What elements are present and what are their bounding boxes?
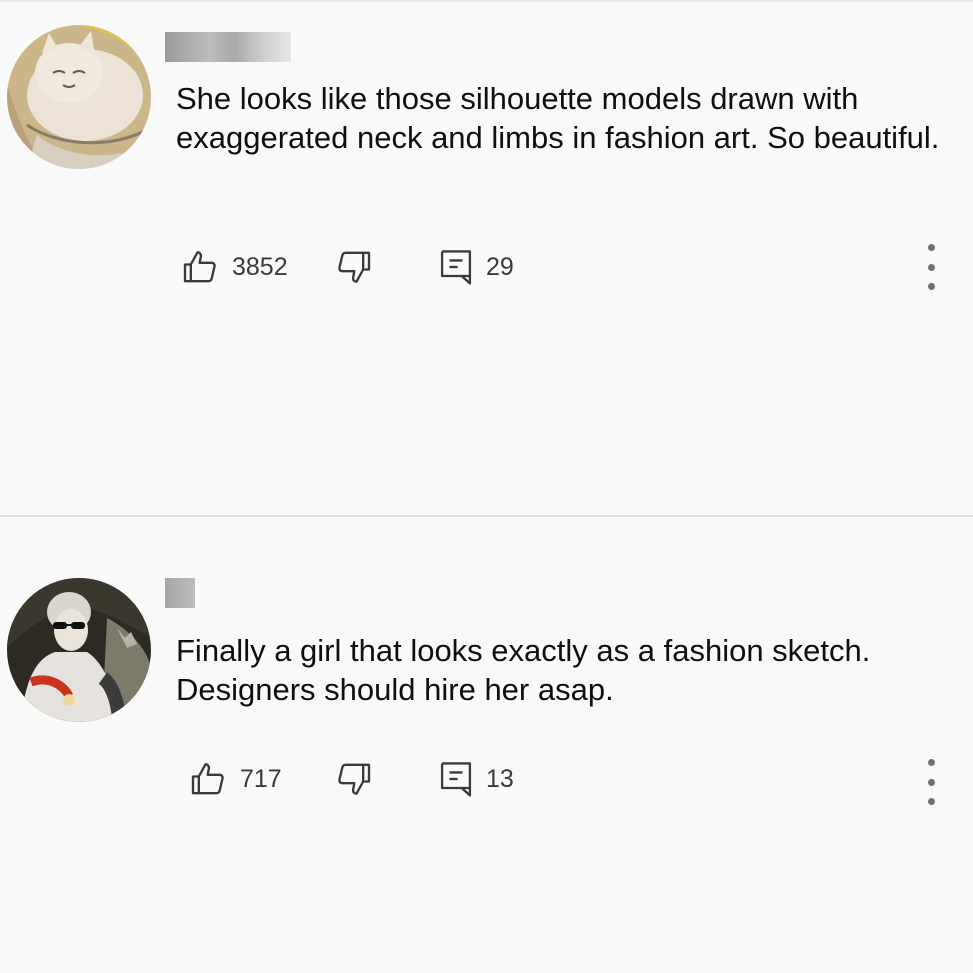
- more-vert-icon: [927, 244, 935, 251]
- portrait-painting-avatar-icon: [7, 578, 151, 722]
- dislike-button[interactable]: [334, 759, 374, 799]
- thumbs-up-icon: [191, 763, 224, 795]
- avatar[interactable]: [7, 578, 151, 722]
- like-count: 717: [240, 765, 282, 793]
- cat-painting-avatar-icon: [7, 25, 151, 169]
- like-button[interactable]: 3852: [180, 247, 288, 287]
- comment-item: redacted She looks like those silhouette…: [0, 0, 973, 515]
- more-vert-icon: [927, 759, 935, 766]
- comment-reply-icon: [440, 250, 472, 285]
- more-options-button[interactable]: [916, 244, 946, 290]
- reply-button[interactable]: 13: [438, 759, 514, 799]
- thumbs-down-icon: [338, 251, 371, 283]
- like-button[interactable]: 717: [188, 759, 282, 799]
- thumbs-up-icon: [183, 251, 216, 283]
- reply-button[interactable]: 29: [438, 247, 514, 287]
- like-count: 3852: [232, 253, 288, 281]
- comment-reply-icon: [440, 762, 472, 797]
- dislike-button[interactable]: [334, 247, 374, 287]
- avatar[interactable]: [7, 25, 151, 169]
- thumbs-down-icon: [338, 763, 371, 795]
- reply-count: 29: [486, 253, 514, 281]
- more-options-button[interactable]: [916, 759, 946, 805]
- comment-actions: 717 13: [176, 759, 956, 805]
- username[interactable]: redacted: [165, 578, 195, 608]
- comment-item: redacted Finally a girl that looks exact…: [0, 517, 973, 973]
- username[interactable]: redacted: [165, 32, 291, 62]
- comment-actions: 3852 29: [176, 244, 956, 290]
- reply-count: 13: [486, 765, 514, 793]
- comment-text: She looks like those silhouette models d…: [176, 81, 940, 155]
- comment-text: Finally a girl that looks exactly as a f…: [176, 633, 871, 707]
